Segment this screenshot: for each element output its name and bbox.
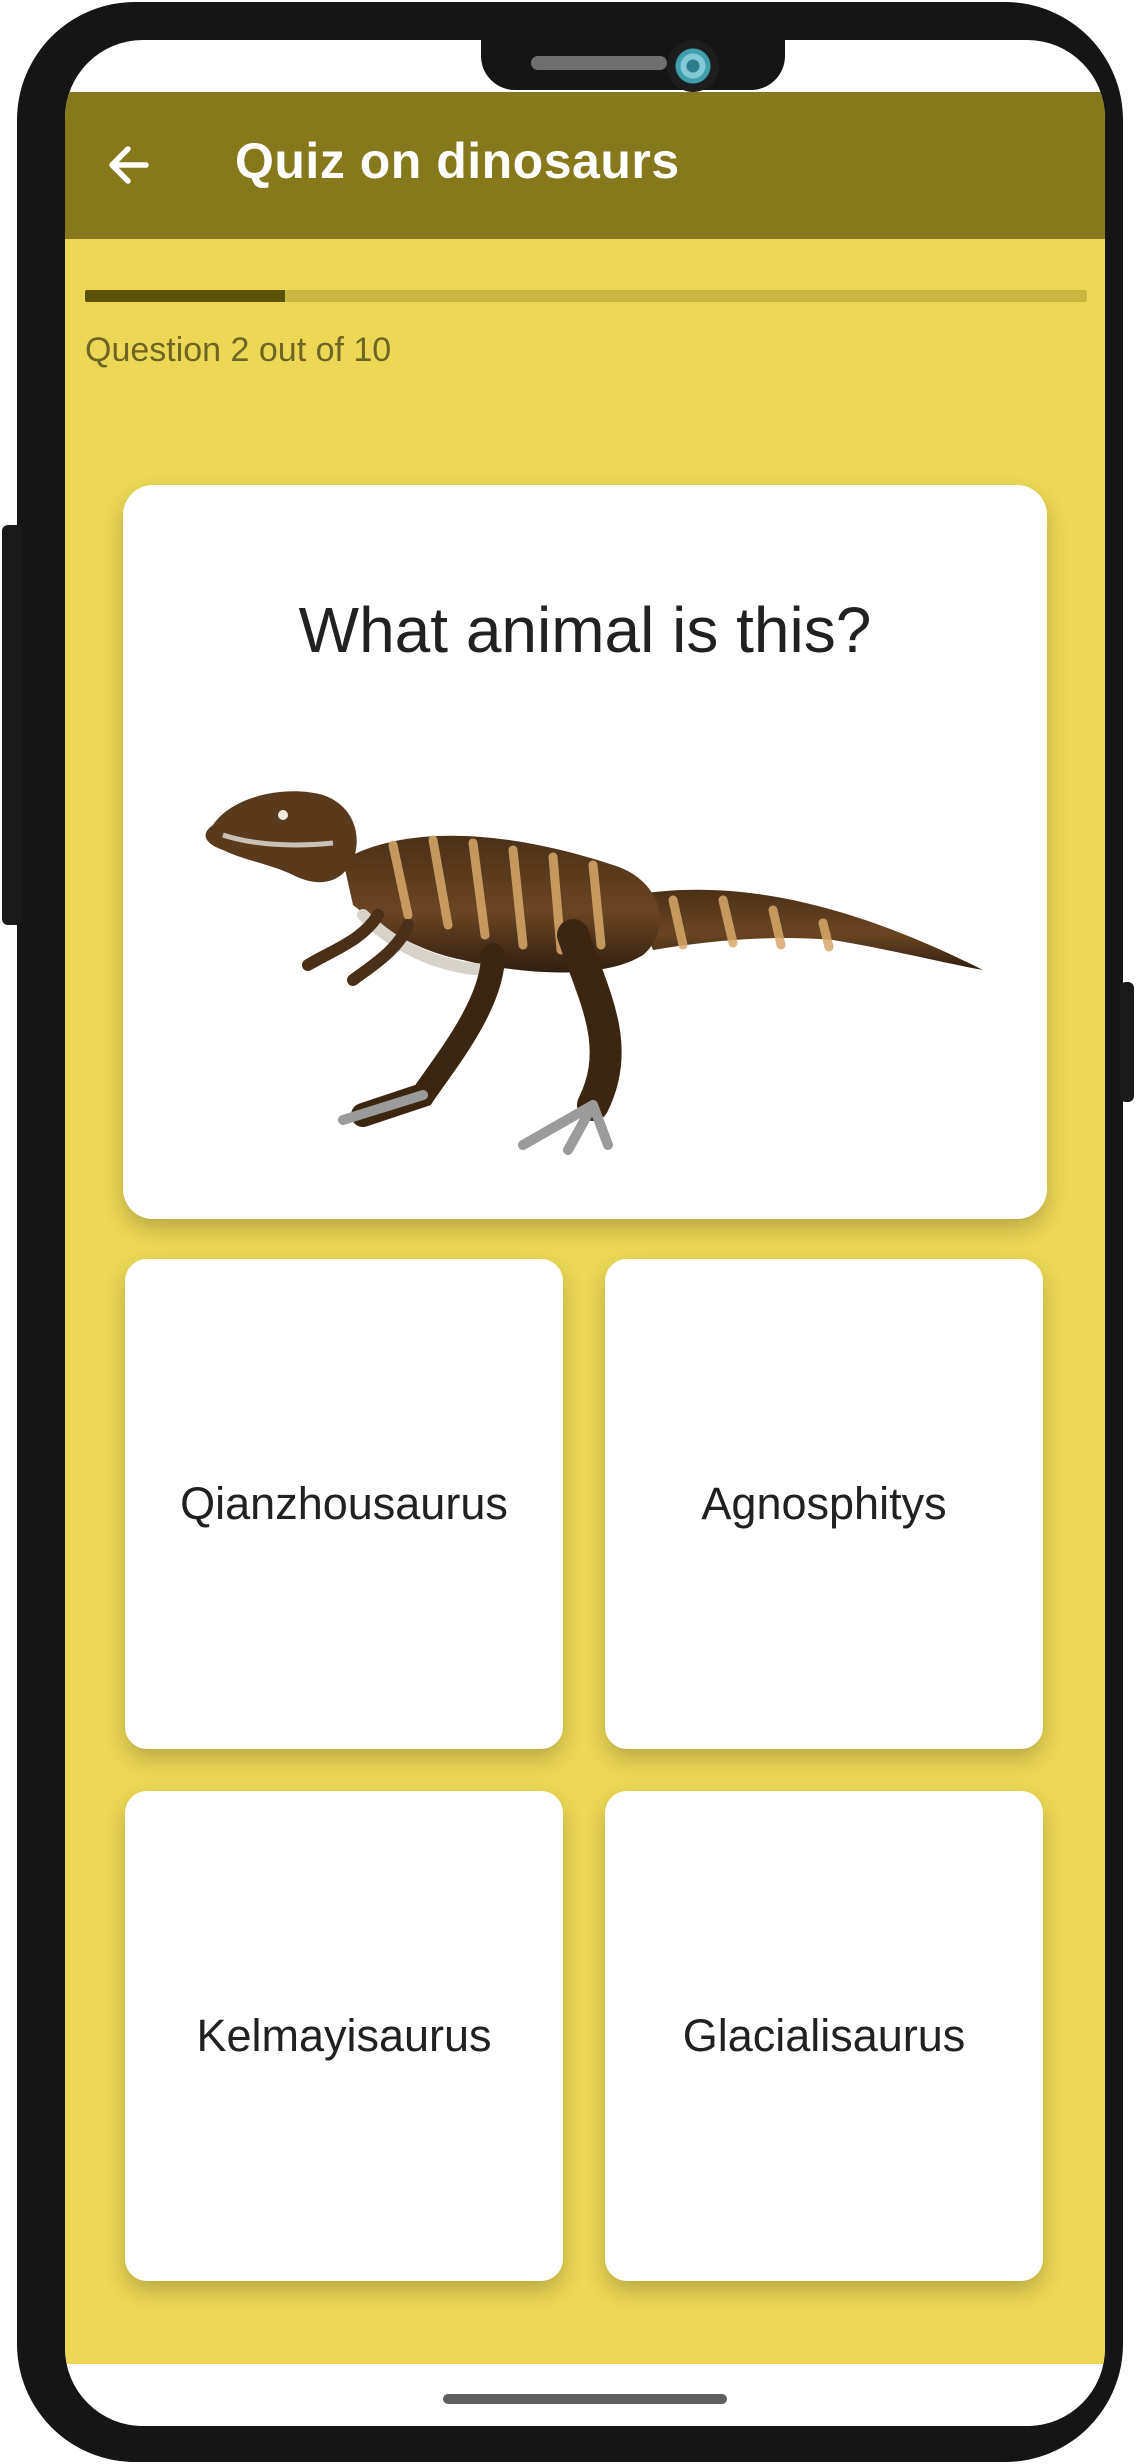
- answer-option-4[interactable]: Glacialisaurus: [605, 1791, 1043, 2281]
- answer-label: Glacialisaurus: [682, 2010, 966, 2061]
- speaker-grille: [531, 56, 667, 70]
- dinosaur-image: [205, 791, 983, 1155]
- answer-grid: Qianzhousaurus Agnosphitys Kelmayisaurus…: [125, 1259, 1045, 2309]
- front-camera: [667, 40, 719, 92]
- system-nav-bar: [65, 2364, 1105, 2426]
- progress-label: Question 2 out of 10: [85, 331, 392, 369]
- volume-button: [2, 525, 22, 925]
- home-indicator[interactable]: [443, 2394, 727, 2404]
- quiz-content: Question 2 out of 10 What animal is this…: [65, 239, 1105, 2364]
- answer-label: Kelmayisaurus: [196, 2010, 492, 2061]
- question-text: What animal is this?: [298, 594, 872, 666]
- power-button: [1120, 982, 1134, 1102]
- answer-label: Qianzhousaurus: [180, 1478, 508, 1529]
- phone-frame: Quiz on dinosaurs Question 2 out of 10 W…: [17, 2, 1123, 2462]
- arrow-left-icon: [109, 146, 149, 184]
- answer-option-3[interactable]: Kelmayisaurus: [125, 1791, 563, 2281]
- answer-label: Agnosphitys: [701, 1478, 947, 1529]
- question-card: What animal is this?: [123, 485, 1047, 1219]
- phone-screen: Quiz on dinosaurs Question 2 out of 10 W…: [65, 40, 1105, 2426]
- page-title: Quiz on dinosaurs: [235, 133, 680, 189]
- progress-bar: [85, 290, 1087, 302]
- back-button[interactable]: [85, 122, 171, 208]
- answer-option-2[interactable]: Agnosphitys: [605, 1259, 1043, 1749]
- app-bar: Quiz on dinosaurs: [65, 92, 1105, 239]
- progress-bar-fill: [85, 290, 286, 302]
- answer-option-1[interactable]: Qianzhousaurus: [125, 1259, 563, 1749]
